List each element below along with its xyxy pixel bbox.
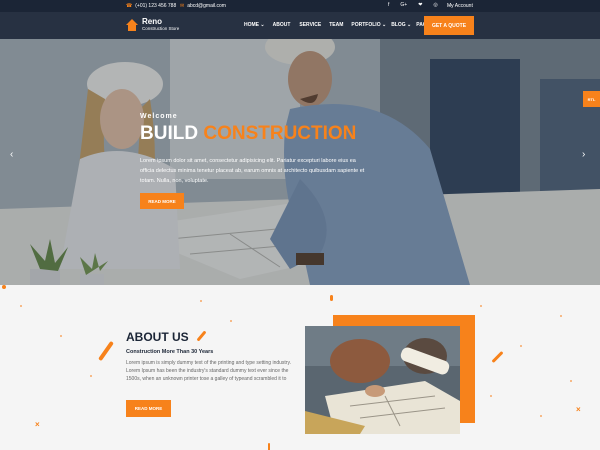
google-plus-icon[interactable]: G+ [400, 2, 407, 8]
nav-item-home[interactable]: HOME ⌄ [244, 22, 265, 28]
decorative-dash [268, 443, 270, 450]
hero-slider: Welcome BUILD CONSTRUCTION Lorem ipsum d… [0, 39, 600, 285]
phone-number: (+01) 123 456 788 [135, 3, 177, 9]
social-links: f G+ ❤ ◎ ∴ [388, 2, 452, 8]
nav-item-team[interactable]: TEAM [329, 22, 343, 28]
get-a-quote-button[interactable]: GET A QUOTE [424, 16, 474, 35]
logo-title: Reno [142, 17, 162, 26]
chevron-down-icon: ⌄ [260, 22, 265, 28]
nav-item-portfolio[interactable]: PORTFOLIO ⌄ [351, 22, 386, 28]
main-nav: HOME ⌄ ABOUT SERVICE TEAM PORTFOLIO ⌄ BL… [244, 22, 436, 28]
main-header: Reno Construction Store HOME ⌄ ABOUT SER… [0, 12, 600, 39]
hero-welcome: Welcome [140, 113, 178, 120]
hero-read-more-button[interactable]: READ MORE [140, 193, 184, 209]
about-description: Lorem ipsum is simply dummy text of the … [126, 360, 291, 382]
envelope-icon: ✉ [180, 3, 185, 9]
nav-item-service[interactable]: SERVICE [299, 22, 321, 28]
about-section: × × ABOUT US Construction More Than 30 Y… [0, 285, 600, 450]
hero-title: BUILD CONSTRUCTION [140, 123, 357, 144]
rtl-toggle-button[interactable]: RTL [583, 91, 600, 107]
instagram-icon[interactable]: ◎ [433, 2, 437, 8]
facebook-icon[interactable]: f [388, 2, 389, 8]
chevron-right-icon[interactable]: › [582, 149, 585, 160]
nav-item-about[interactable]: ABOUT [273, 22, 291, 28]
decorative-dash [491, 350, 504, 364]
decorative-dash [196, 330, 207, 342]
chevron-down-icon: ⌄ [407, 22, 412, 28]
decorative-cross: × [576, 405, 581, 414]
site-logo[interactable]: Reno Construction Store [126, 18, 179, 32]
house-logo-icon [126, 18, 138, 31]
email-address: abcd@gmail.com [187, 3, 226, 9]
phone-contact: ☎ (+01) 123 456 788 [126, 3, 176, 9]
nav-item-blog[interactable]: BLOG ⌄ [391, 22, 411, 28]
about-title: ABOUT US [126, 330, 189, 344]
logo-subtitle: Construction Store [142, 26, 180, 31]
phone-icon: ☎ [126, 3, 133, 9]
twitter-icon[interactable]: ❤ [418, 2, 422, 8]
decorative-dash [98, 340, 114, 362]
about-read-more-button[interactable]: READ MORE [126, 400, 171, 417]
top-bar: ☎ (+01) 123 456 788 ✉ abcd@gmail.com f G… [0, 0, 600, 12]
decorative-dash [2, 285, 6, 289]
email-contact[interactable]: ✉ abcd@gmail.com [180, 3, 226, 9]
about-image [305, 326, 460, 434]
chevron-down-icon: ⌄ [381, 22, 387, 28]
my-account-link[interactable]: My Account [447, 3, 473, 9]
decorative-dash [330, 295, 333, 301]
hero-description: Lorem ipsum dolor sit amet, consectetur … [140, 158, 365, 184]
chevron-left-icon[interactable]: ‹ [10, 149, 13, 160]
about-subtitle: Construction More Than 30 Years [126, 349, 214, 355]
decorative-cross: × [35, 420, 40, 429]
